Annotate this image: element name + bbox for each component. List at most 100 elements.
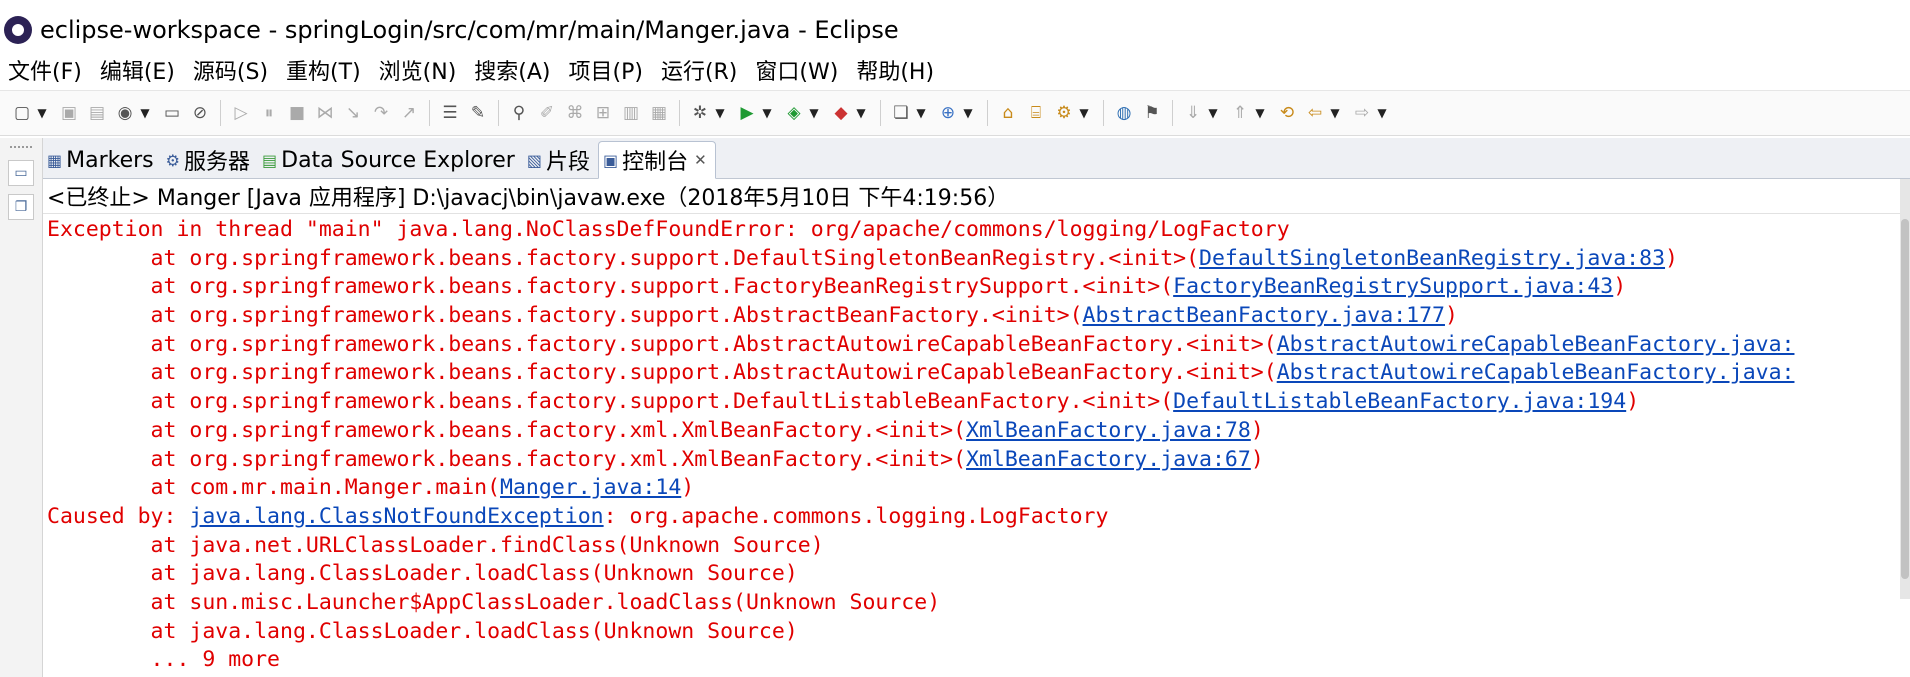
stack-trace-link[interactable]: AbstractBeanFactory.java:177	[1083, 303, 1445, 328]
step-return-icon[interactable]: ↗	[398, 102, 420, 124]
tab-markers[interactable]: ▦ Markers	[43, 142, 162, 178]
menu-edit[interactable]: 编辑(E)	[91, 54, 184, 86]
console-text: at java.lang.ClassLoader.loadClass(Unkno…	[47, 618, 798, 644]
forward-icon[interactable]: ⇨	[1351, 102, 1373, 124]
open-task-icon[interactable]: ☰	[439, 102, 461, 124]
format-icon[interactable]: ⌘	[564, 102, 586, 124]
toggle-mark-icon[interactable]: ✎	[467, 102, 489, 124]
stack-trace-link[interactable]: XmlBeanFactory.java:67	[966, 447, 1251, 472]
stack-trace-link[interactable]: FactoryBeanRegistrySupport.java:43	[1173, 274, 1613, 299]
tab-console[interactable]: ▣ 控制台 ✕	[597, 141, 716, 179]
menu-run[interactable]: 运行(R)	[652, 54, 746, 86]
terminate-icon[interactable]: ■	[286, 102, 308, 124]
close-icon[interactable]: ✕	[694, 151, 707, 169]
console-line: at org.springframework.beans.factory.sup…	[47, 302, 1894, 331]
stack-trace-link[interactable]: DefaultListableBeanFactory.java:194	[1173, 389, 1626, 414]
menu-navigate[interactable]: 浏览(N)	[370, 54, 466, 86]
coverage-run-dropdown-icon[interactable]: ▼	[807, 102, 821, 124]
next-annotation-dropdown-icon[interactable]: ▼	[1206, 102, 1220, 124]
console-line: at org.springframework.beans.factory.xml…	[47, 446, 1894, 475]
console-text: : org.apache.commons.logging.LogFactory	[603, 503, 1109, 529]
new-dropdown-icon[interactable]: ▼	[35, 102, 49, 124]
console-output[interactable]: Exception in thread "main" java.lang.NoC…	[47, 216, 1894, 675]
new-java-project-icon[interactable]: ❏	[890, 102, 912, 124]
console-text: ... 9 more	[47, 647, 280, 673]
disconnect-icon[interactable]: ⋈	[314, 102, 336, 124]
pen-icon[interactable]: ✐	[536, 102, 558, 124]
terminal-icon[interactable]: ▭	[161, 102, 183, 124]
trim-grip[interactable]	[10, 146, 32, 152]
external-tools-icon[interactable]: ◆	[830, 102, 852, 124]
next-annotation-icon[interactable]: ⇓	[1182, 102, 1204, 124]
stack-trace-link[interactable]: AbstractAutowireCapableBeanFactory.java:	[1277, 332, 1795, 357]
restore-icon[interactable]: ▭	[8, 160, 34, 186]
back-dropdown-icon[interactable]: ▼	[1328, 102, 1342, 124]
console-line: at org.springframework.beans.factory.sup…	[47, 388, 1894, 417]
page2-icon[interactable]: ▦	[648, 102, 670, 124]
stack-trace-link[interactable]: Manger.java:14	[500, 475, 681, 500]
globe-icon[interactable]: ◍	[1113, 102, 1135, 124]
forward-dropdown-icon[interactable]: ▼	[1375, 102, 1389, 124]
stack-trace-link[interactable]: DefaultSingletonBeanRegistry.java:83	[1199, 246, 1665, 271]
new-icon[interactable]: ▢	[11, 102, 33, 124]
toolbar-separator	[679, 100, 680, 126]
prev-annotation-dropdown-icon[interactable]: ▼	[1253, 102, 1267, 124]
menu-help[interactable]: 帮助(H)	[847, 54, 943, 86]
console-text: at org.springframework.beans.factory.sup…	[47, 245, 1200, 271]
stack-trace-link[interactable]: java.lang.ClassNotFoundException	[189, 504, 603, 529]
scrollbar-thumb[interactable]	[1901, 219, 1909, 579]
vertical-scrollbar[interactable]	[1900, 179, 1910, 599]
console-text: )	[1613, 274, 1627, 300]
last-edit-icon[interactable]: ⟲	[1276, 102, 1298, 124]
package-explorer-icon[interactable]: ❐	[8, 194, 34, 220]
stack-trace-link[interactable]: XmlBeanFactory.java:78	[966, 418, 1251, 443]
menu-search[interactable]: 搜索(A)	[465, 54, 559, 86]
pin-icon[interactable]: ⚲	[508, 102, 530, 124]
tab-snippets[interactable]: ▧ 片段	[523, 142, 598, 178]
menu-refactor[interactable]: 重构(T)	[277, 54, 370, 86]
search-icon[interactable]: ⚙	[1053, 102, 1075, 124]
console-line: at org.springframework.beans.factory.sup…	[47, 273, 1894, 302]
menu-project[interactable]: 项目(P)	[560, 54, 652, 86]
stack-trace-link[interactable]: AbstractAutowireCapableBeanFactory.java:	[1277, 360, 1795, 385]
new-java-project-dropdown-icon[interactable]: ▼	[914, 102, 928, 124]
step-into-icon[interactable]: ↘	[342, 102, 364, 124]
new-class-dropdown-icon[interactable]: ▼	[961, 102, 975, 124]
console-text: )	[1250, 417, 1264, 443]
menu-file[interactable]: 文件(F)	[0, 54, 91, 86]
suspend-icon[interactable]: ⏸	[258, 102, 280, 124]
resume-icon[interactable]: ▷	[230, 102, 252, 124]
page-icon[interactable]: ▥	[620, 102, 642, 124]
skip-breakpoints-icon[interactable]: ⊘	[189, 102, 211, 124]
console-line: Exception in thread "main" java.lang.NoC…	[47, 216, 1894, 245]
menu-source[interactable]: 源码(S)	[184, 54, 277, 86]
coverage-run-icon[interactable]: ◈	[783, 102, 805, 124]
step-over-icon[interactable]: ↷	[370, 102, 392, 124]
debug-dropdown-icon[interactable]: ▼	[713, 102, 727, 124]
coverage-icon[interactable]: ◉	[114, 102, 136, 124]
save-icon[interactable]: ▣	[58, 102, 80, 124]
toolbar-separator	[1103, 100, 1104, 126]
back-icon[interactable]: ⇦	[1304, 102, 1326, 124]
tab-data-source-explorer[interactable]: ▤ Data Source Explorer	[258, 142, 523, 178]
coverage-dropdown-icon[interactable]: ▼	[138, 102, 152, 124]
prev-annotation-icon[interactable]: ⇑	[1229, 102, 1251, 124]
open-type-icon[interactable]: ⌂	[997, 102, 1019, 124]
new-class-icon[interactable]: ⊕	[937, 102, 959, 124]
save-all-icon[interactable]: ▤	[86, 102, 108, 124]
run-dropdown-icon[interactable]: ▼	[760, 102, 774, 124]
annotation-icon[interactable]: ⚑	[1141, 102, 1163, 124]
menu-bar: 文件(F) 编辑(E) 源码(S) 重构(T) 浏览(N) 搜索(A) 项目(P…	[0, 52, 1910, 88]
tab-servers[interactable]: ⚙ 服务器	[162, 142, 258, 178]
external-tools-dropdown-icon[interactable]: ▼	[854, 102, 868, 124]
console-text: at org.springframework.beans.factory.sup…	[47, 389, 1174, 415]
compare-icon[interactable]: ⊞	[592, 102, 614, 124]
markers-icon: ▦	[47, 150, 63, 170]
search-dropdown-icon[interactable]: ▼	[1077, 102, 1091, 124]
console-line: at java.lang.ClassLoader.loadClass(Unkno…	[47, 560, 1894, 589]
debug-icon[interactable]: ✲	[689, 102, 711, 124]
run-icon[interactable]: ▶	[736, 102, 758, 124]
eclipse-logo-icon[interactable]	[4, 16, 32, 44]
open-folder-icon[interactable]: ⌸	[1025, 102, 1047, 124]
menu-window[interactable]: 窗口(W)	[746, 54, 847, 86]
